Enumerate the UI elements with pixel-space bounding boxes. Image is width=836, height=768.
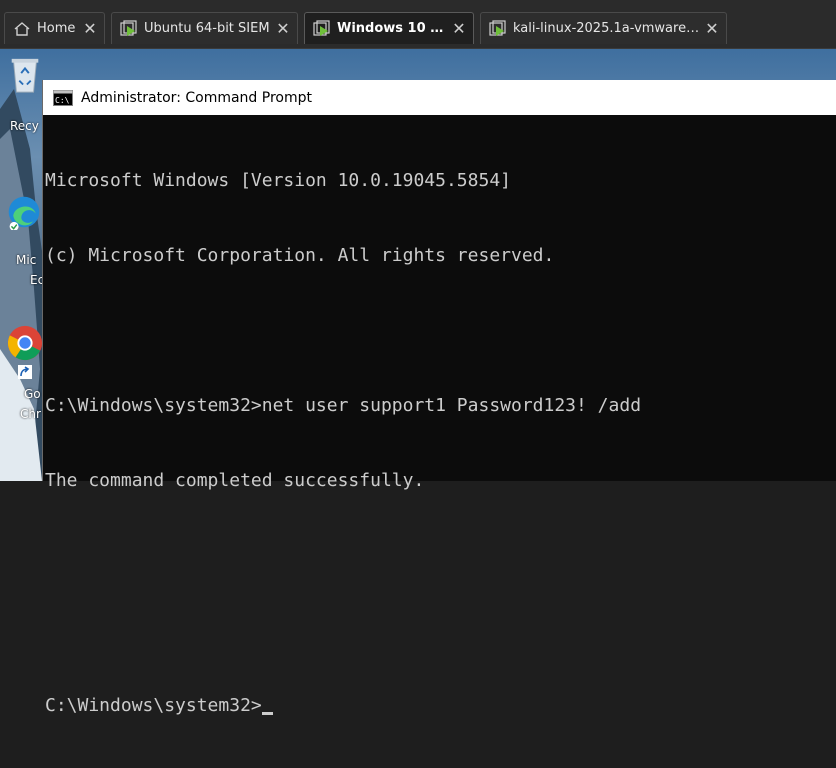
- command-prompt-window[interactable]: C:\ Administrator: Command Prompt Micros…: [42, 80, 836, 716]
- home-icon: [14, 21, 30, 36]
- close-icon[interactable]: ✕: [702, 19, 722, 38]
- tab-label: Windows 10 x64: [337, 21, 449, 36]
- close-icon[interactable]: ✕: [80, 19, 100, 38]
- tab-windows-10[interactable]: Windows 10 x64 ✕: [304, 12, 474, 44]
- tab-ubuntu-siem[interactable]: Ubuntu 64-bit SIEM ✕: [111, 12, 298, 44]
- vm-icon: [120, 19, 137, 36]
- desktop-icon-label: Mic: [16, 253, 37, 267]
- vm-icon: [313, 19, 330, 36]
- svg-text:C:\: C:\: [55, 96, 70, 105]
- tab-label: kali-linux-2025.1a-vmware-amd...: [513, 21, 702, 36]
- desktop-icon-label: Chr: [20, 407, 41, 421]
- console-output[interactable]: Microsoft Windows [Version 10.0.19045.58…: [45, 118, 836, 716]
- edge-icon[interactable]: [6, 194, 42, 230]
- chrome-icon[interactable]: [6, 324, 44, 362]
- close-icon[interactable]: ✕: [449, 19, 469, 38]
- tab-label: Ubuntu 64-bit SIEM: [144, 21, 270, 36]
- text-cursor: [261, 712, 273, 715]
- tab-home[interactable]: Home ✕: [4, 12, 105, 44]
- vm-tab-bar: Home ✕ Ubuntu 64-bit SIEM ✕ Windows 10 x…: [0, 0, 836, 49]
- tab-kali-linux[interactable]: kali-linux-2025.1a-vmware-amd... ✕: [480, 12, 727, 44]
- window-titlebar[interactable]: C:\ Administrator: Command Prompt: [43, 80, 836, 115]
- desktop-icon-label: Recy: [10, 119, 39, 133]
- console-prompt-line[interactable]: C:\Windows\system32>: [45, 693, 836, 718]
- desktop-icon-label: Go: [24, 387, 41, 401]
- close-icon[interactable]: ✕: [273, 19, 293, 38]
- console-prompt: C:\Windows\system32>: [45, 695, 262, 716]
- console-line: (c) Microsoft Corporation. All rights re…: [45, 245, 555, 266]
- console-line: C:\Windows\system32>net user support1 Pa…: [45, 395, 642, 416]
- console-line: Microsoft Windows [Version 10.0.19045.58…: [45, 170, 511, 191]
- recycle-bin-icon[interactable]: [6, 54, 44, 96]
- vm-icon: [489, 19, 506, 36]
- tab-label: Home: [37, 21, 76, 36]
- window-title: Administrator: Command Prompt: [81, 89, 312, 106]
- shortcut-arrow-icon: [18, 365, 32, 379]
- cmd-icon: C:\: [53, 89, 73, 106]
